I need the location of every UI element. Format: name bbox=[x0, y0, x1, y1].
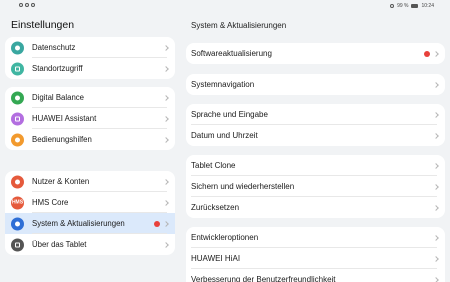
sidebar-item-nutzer-konten[interactable]: Nutzer & Konten bbox=[5, 171, 175, 192]
right-card-2: Systemnavigation bbox=[186, 74, 445, 95]
menu-item-huawei-hiai[interactable]: HUAWEI HiAI bbox=[186, 248, 445, 269]
digital-balance-icon bbox=[11, 91, 24, 104]
sidebar-item-huawei-assistant[interactable]: HUAWEI Assistant bbox=[5, 108, 175, 129]
right-card-4: Tablet Clone Sichern und wiederherstellen… bbox=[186, 155, 445, 218]
sim-icon bbox=[31, 3, 35, 7]
system-update-icon bbox=[11, 217, 24, 230]
chevron-right-icon bbox=[433, 276, 439, 282]
menu-item-tablet-clone[interactable]: Tablet Clone bbox=[186, 155, 445, 176]
battery-icon bbox=[411, 4, 419, 8]
menu-item-label: Systemnavigation bbox=[191, 80, 255, 89]
sidebar-item-label: Nutzer & Konten bbox=[32, 177, 90, 186]
digital-balance-icon-glyph bbox=[15, 95, 20, 100]
wifi-icon bbox=[19, 3, 23, 7]
chevron-right-icon bbox=[163, 241, 169, 248]
accessibility-icon bbox=[11, 133, 24, 146]
menu-item-label: Softwareaktualisierung bbox=[191, 49, 272, 58]
chevron-right-icon bbox=[433, 81, 439, 88]
sidebar-item-label: HUAWEI Assistant bbox=[32, 114, 97, 123]
user-icon bbox=[11, 175, 24, 188]
menu-item-label: HUAWEI HiAI bbox=[191, 254, 241, 263]
chevron-right-icon bbox=[163, 178, 169, 185]
update-badge bbox=[424, 50, 430, 57]
sidebar-item-label: Standortzugriff bbox=[32, 64, 83, 73]
sidebar-item-standortzugriff[interactable]: Standortzugriff bbox=[5, 58, 175, 79]
chevron-right-icon bbox=[433, 183, 439, 190]
menu-item-label: Datum und Uhrzeit bbox=[191, 131, 258, 140]
sidebar-item-label: Über das Tablet bbox=[32, 240, 87, 249]
chevron-right-icon bbox=[433, 111, 439, 118]
menu-item-label: Zurücksetzen bbox=[191, 203, 240, 212]
battery-percent: 99 % bbox=[397, 3, 409, 9]
chevron-right-icon bbox=[433, 204, 439, 211]
chevron-right-icon bbox=[433, 132, 439, 139]
sidebar-item-label: Digital Balance bbox=[32, 93, 85, 102]
left-card-1: Datenschutz Standortzugriff bbox=[5, 37, 175, 79]
update-badge bbox=[154, 220, 160, 227]
user-icon-glyph bbox=[15, 179, 20, 184]
menu-item-sichern-und-wiederherstellen[interactable]: Sichern und wiederherstellen bbox=[186, 176, 445, 197]
page-title: Einstellungen bbox=[11, 19, 75, 31]
chevron-right-icon bbox=[433, 234, 439, 241]
status-left bbox=[19, 3, 35, 7]
location-status-icon bbox=[390, 4, 395, 8]
chevron-right-icon bbox=[163, 136, 169, 143]
chevron-right-icon bbox=[163, 115, 169, 122]
hms-core-icon: HMS bbox=[11, 196, 24, 209]
menu-item-sprache-und-eingabe[interactable]: Sprache und Eingabe bbox=[186, 104, 445, 125]
menu-item-entwickleroptionen[interactable]: Entwickleroptionen bbox=[186, 227, 445, 248]
chevron-right-icon bbox=[163, 44, 169, 51]
chevron-right-icon bbox=[433, 162, 439, 169]
assistant-icon-glyph bbox=[15, 116, 20, 121]
menu-item-label: Tablet Clone bbox=[191, 161, 236, 170]
sidebar-item-ueber-das-tablet[interactable]: Über das Tablet bbox=[5, 234, 175, 255]
clock: 10:24 bbox=[421, 3, 434, 9]
left-card-2: Digital Balance HUAWEI Assistant Bedienung… bbox=[5, 87, 175, 150]
chevron-right-icon bbox=[163, 220, 169, 227]
menu-item-verbesserung-der-benutzerfreundlichkeit[interactable]: Verbesserung der Benutzerfreundlichkeit bbox=[186, 269, 445, 282]
menu-item-datum-und-uhrzeit[interactable]: Datum und Uhrzeit bbox=[186, 125, 445, 146]
menu-item-zuruecksetzen[interactable]: Zurücksetzen bbox=[186, 197, 445, 218]
menu-item-label: Sprache und Eingabe bbox=[191, 110, 268, 119]
location-icon bbox=[11, 62, 24, 75]
menu-item-systemnavigation[interactable]: Systemnavigation bbox=[186, 74, 445, 95]
menu-item-label: Sichern und wiederherstellen bbox=[191, 182, 295, 191]
info-icon bbox=[11, 238, 24, 251]
accessibility-icon-glyph bbox=[15, 137, 20, 142]
chevron-right-icon bbox=[433, 50, 439, 57]
assistant-icon bbox=[11, 112, 24, 125]
status-right: 99 % 10:24 bbox=[390, 3, 434, 9]
sidebar-item-hms-core[interactable]: HMS HMS Core bbox=[5, 192, 175, 213]
system-update-icon-glyph bbox=[15, 221, 20, 226]
privacy-icon-glyph bbox=[15, 45, 20, 50]
sidebar-item-digital-balance[interactable]: Digital Balance bbox=[5, 87, 175, 108]
status-bar: 99 % 10:24 bbox=[0, 0, 450, 13]
notification-icon bbox=[25, 3, 29, 7]
menu-item-label: Entwickleroptionen bbox=[191, 233, 259, 242]
chevron-right-icon bbox=[163, 94, 169, 101]
sidebar-item-datenschutz[interactable]: Datenschutz bbox=[5, 37, 175, 58]
privacy-icon bbox=[11, 41, 24, 54]
right-card-3: Sprache und Eingabe Datum und Uhrzeit bbox=[186, 104, 445, 146]
right-card-1: Softwareaktualisierung bbox=[186, 43, 445, 64]
right-card-5: Entwickleroptionen HUAWEI HiAI Verbesserun… bbox=[186, 227, 445, 282]
location-icon-glyph bbox=[15, 66, 20, 71]
menu-item-softwareaktualisierung[interactable]: Softwareaktualisierung bbox=[186, 43, 445, 64]
chevron-right-icon bbox=[433, 255, 439, 262]
sidebar-item-label: System & Aktualisierungen bbox=[32, 219, 125, 228]
detail-title: System & Aktualisierungen bbox=[191, 21, 287, 30]
sidebar-item-label: HMS Core bbox=[32, 198, 69, 207]
sidebar-item-system-aktualisierungen[interactable]: System & Aktualisierungen bbox=[5, 213, 175, 234]
sidebar-item-bedienungshilfen[interactable]: Bedienungshilfen bbox=[5, 129, 175, 150]
sidebar-item-label: Datenschutz bbox=[32, 43, 76, 52]
info-icon-glyph bbox=[15, 242, 20, 247]
chevron-right-icon bbox=[163, 65, 169, 72]
chevron-right-icon bbox=[163, 199, 169, 206]
sidebar-item-label: Bedienungshilfen bbox=[32, 135, 92, 144]
menu-item-label: Verbesserung der Benutzerfreundlichkeit bbox=[191, 275, 336, 282]
left-card-3: Nutzer & Konten HMS HMS Core System & Aktua… bbox=[5, 171, 175, 255]
